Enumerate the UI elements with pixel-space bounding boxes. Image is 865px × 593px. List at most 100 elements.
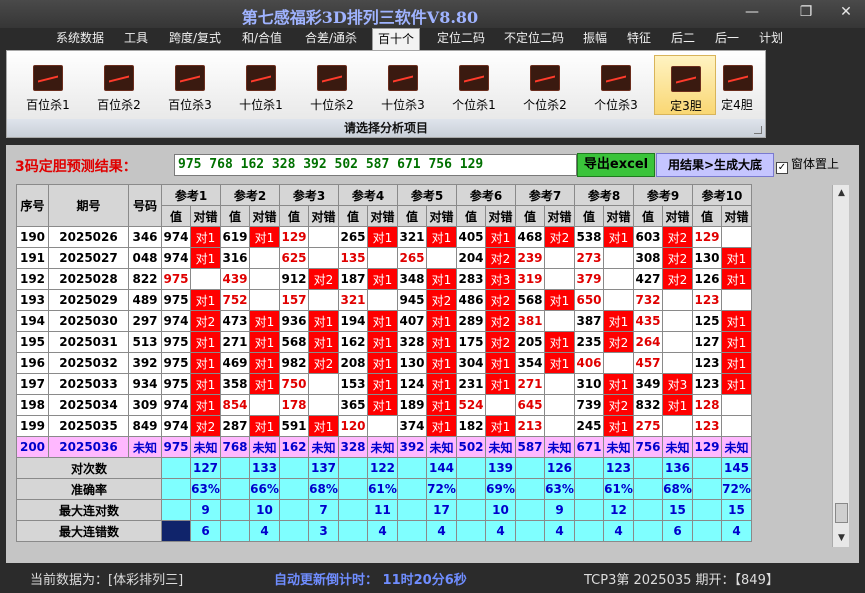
title-bar: 第七感福彩3D排列三软件V8.80 — ❐ ✕ [0, 0, 865, 28]
toolbar-button[interactable]: 百位杀2 [88, 55, 150, 115]
table-row-current[interactable]: 200 2025036 未知 975 未知 768 未知 162 未知 328 未知 392 未知 502… [16, 436, 752, 458]
value-cell: 619 [220, 226, 250, 248]
result-cell: 未知 [662, 436, 693, 458]
prediction-label: 3码定胆预测结果： [15, 159, 137, 175]
toolbar-button[interactable]: 百位杀3 [159, 55, 221, 115]
menu-item[interactable]: 不定位二码 [502, 30, 566, 48]
result-cell [721, 394, 752, 416]
toolbar-button[interactable]: 个位杀2 [514, 55, 576, 115]
result-cell: 对1 [544, 331, 575, 353]
table-row[interactable]: 197 2025033 934 975 对1 358 对1 750 153 对1 124 对1 231 对… [16, 373, 752, 395]
ref-header: 参考10 [692, 184, 752, 206]
restore-icon[interactable]: ❐ [786, 2, 826, 22]
scroll-down-icon[interactable]: ▼ [833, 530, 850, 547]
result-cell: 对1 [367, 373, 398, 395]
stat-spacer [692, 478, 722, 500]
toolbar-button-label: 十位杀3 [381, 98, 425, 112]
table-row[interactable]: 190 2025026 346 974 对1 619 对1 129 265 对1 321 对1 405 对… [16, 226, 752, 248]
value-cell: 468 [515, 226, 545, 248]
value-cell: 365 [338, 394, 368, 416]
stat-value: 72% [426, 478, 457, 500]
window-topmost-checkbox[interactable]: ✓ 窗体置上 [776, 155, 839, 174]
table-row[interactable]: 193 2025029 489 975 对1 752 157 321 945 对2 486 对2 568… [16, 289, 752, 311]
result-subheader: 对错 [662, 205, 693, 227]
menu-item[interactable]: 后一 [712, 30, 742, 48]
update-countdown: 自动更新倒计时： 11时20分6秒 [274, 573, 467, 588]
stat-value: 127 [190, 457, 221, 479]
chart-line-icon [671, 66, 701, 92]
period-cell: 2025030 [48, 310, 129, 332]
checkbox-check-icon[interactable]: ✓ [776, 162, 788, 174]
menu-item[interactable]: 百十个 [372, 28, 420, 50]
menu-item[interactable]: 工具 [122, 30, 150, 48]
prediction-result-field[interactable]: 975 768 162 328 392 502 587 671 756 129 [174, 154, 577, 176]
scroll-up-icon[interactable]: ▲ [833, 185, 850, 202]
table-row[interactable]: 195 2025031 513 975 对1 271 对1 568 对1 162 对1 328 对1 17… [16, 331, 752, 353]
result-cell: 对1 [485, 352, 516, 374]
toolbar-button[interactable]: 个位杀3 [585, 55, 647, 115]
result-cell: 对1 [367, 394, 398, 416]
seq-cell: 194 [16, 310, 49, 332]
menu-item[interactable]: 特征 [624, 30, 654, 48]
table-row[interactable]: 196 2025032 392 975 对1 469 对1 982 对2 208 对1 130 对1 30… [16, 352, 752, 374]
menu-item[interactable]: 跨度/复式 [166, 30, 224, 48]
table-row[interactable]: 191 2025027 048 974 对1 316 625 135 265 204 对2 239 27… [16, 247, 752, 269]
menu-item[interactable]: 计划 [756, 30, 786, 48]
close-icon[interactable]: ✕ [826, 2, 865, 22]
result-cell: 对2 [426, 289, 457, 311]
vertical-scrollbar[interactable]: ▲ ▼ [832, 185, 849, 547]
stat-spacer [633, 520, 663, 542]
stat-row: 最大连错数 6 4 3 4 4 4 4 4 6 4 [16, 520, 752, 542]
toolbar-button[interactable]: 定3胆 [654, 55, 716, 115]
stat-value: 3 [308, 520, 339, 542]
stat-spacer [279, 457, 309, 479]
ref-header: 参考1 [161, 184, 221, 206]
menu-item[interactable]: 振幅 [580, 30, 610, 48]
value-cell: 975 [161, 373, 191, 395]
toolbar-button[interactable]: 百位杀1 [17, 55, 79, 115]
table-row[interactable]: 198 2025034 309 974 对1 854 178 365 对1 189 对1 524 645… [16, 394, 752, 416]
stat-spacer [161, 499, 191, 521]
result-cell: 对1 [485, 373, 516, 395]
result-cell [662, 289, 693, 311]
generate-base-button[interactable]: 用结果>生成大底 [656, 153, 774, 177]
result-cell [721, 415, 752, 437]
value-cell: 603 [633, 226, 663, 248]
value-cell: 204 [456, 247, 486, 269]
toolbar-button[interactable]: 定4胆 [713, 55, 761, 115]
stat-value: 4 [603, 520, 634, 542]
toolbar-button[interactable]: 十位杀1 [230, 55, 292, 115]
value-cell: 153 [338, 373, 368, 395]
toolbar-button[interactable]: 十位杀3 [372, 55, 434, 115]
table-row[interactable]: 192 2025028 822 975 439 912 对2 187 对1 348 对1 283 对3 3… [16, 268, 752, 290]
result-subheader: 对错 [485, 205, 516, 227]
result-cell: 对2 [485, 310, 516, 332]
menu-item[interactable]: 后二 [668, 30, 698, 48]
result-cell: 对1 [367, 268, 398, 290]
stat-value: 126 [544, 457, 575, 479]
toolbar-button[interactable]: 个位杀1 [443, 55, 505, 115]
status-bar: 当前数据为：[体彩排列三] 自动更新倒计时： 11时20分6秒 TCP3第 20… [0, 563, 865, 593]
value-cell: 264 [633, 331, 663, 353]
value-cell: 625 [279, 247, 309, 269]
toolbar-button[interactable]: 十位杀2 [301, 55, 363, 115]
toolbar-button-label: 个位杀1 [452, 98, 496, 112]
menu-item[interactable]: 和/合值 [240, 30, 284, 48]
expand-corner-icon[interactable] [754, 126, 762, 134]
stat-value: 4 [367, 520, 398, 542]
menu-item[interactable]: 合差/通杀 [302, 30, 360, 48]
toolbar-button-label: 百位杀3 [168, 98, 212, 112]
export-excel-button[interactable]: 导出excel [577, 153, 655, 177]
value-cell: 126 [692, 268, 722, 290]
minimize-icon[interactable]: — [732, 2, 772, 22]
result-cell: 对1 [308, 415, 339, 437]
table-row[interactable]: 194 2025030 297 974 对2 473 对1 936 对1 194 对1 407 对1 28… [16, 310, 752, 332]
stat-spacer [515, 478, 545, 500]
menu-item[interactable]: 系统数据 [54, 30, 106, 48]
seq-cell: 199 [16, 415, 49, 437]
stat-spacer [279, 520, 309, 542]
scroll-thumb[interactable] [835, 503, 848, 523]
menu-item[interactable]: 定位二码 [432, 30, 490, 48]
value-cell: 321 [338, 289, 368, 311]
table-row[interactable]: 199 2025035 849 974 对2 287 对1 591 对1 120 374 对1 182 对… [16, 415, 752, 437]
